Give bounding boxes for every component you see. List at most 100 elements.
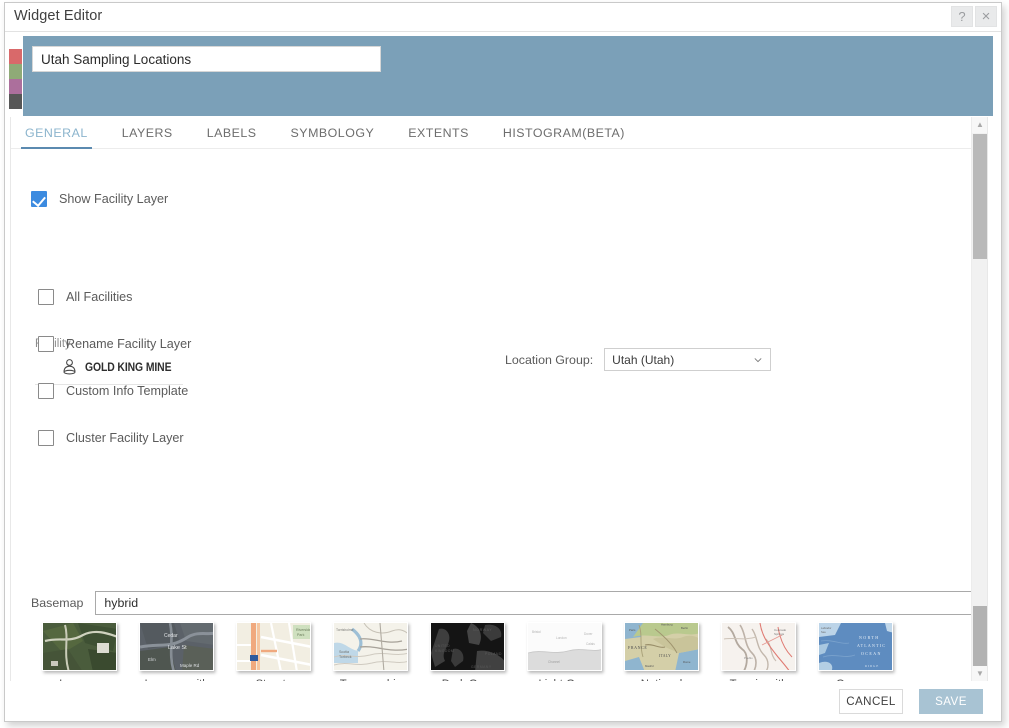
basemap-option-terrain-with-labels[interactable]: Colorado Springs Pueblo Terrain with Lab…: [710, 622, 807, 682]
basemap-thumbnail: FRANCE Hamburg Berlin Paris ITALY Madrid…: [624, 622, 699, 671]
rename-facility-layer-label: Rename Facility Layer: [66, 337, 192, 351]
rename-facility-layer-checkbox[interactable]: [38, 336, 54, 352]
show-facility-layer-label: Show Facility Layer: [59, 192, 169, 206]
basemap-label: Basemap: [31, 596, 84, 610]
facility-row[interactable]: GOLD KING MINE: [35, 358, 185, 375]
widget-title-input[interactable]: [32, 46, 381, 72]
tab-labels[interactable]: LABELS: [207, 117, 257, 148]
svg-text:Lake St: Lake St: [168, 645, 187, 651]
cluster-facility-layer-checkbox[interactable]: [38, 430, 54, 446]
color-swatch-strip: [9, 49, 22, 109]
custom-info-template-checkbox[interactable]: [38, 383, 54, 399]
svg-text:RIDGE: RIDGE: [865, 664, 879, 668]
svg-text:Springs: Springs: [774, 632, 785, 636]
tab-general[interactable]: GENERAL: [21, 117, 92, 149]
svg-text:Elm: Elm: [148, 657, 156, 662]
svg-text:Berlin: Berlin: [681, 626, 689, 630]
svg-text:Torbeck: Torbeck: [339, 655, 352, 659]
svg-text:OCEAN: OCEAN: [861, 651, 882, 656]
basemap-thumbnail: Bristol London Dover Calais Channel: [527, 622, 602, 671]
custom-info-template-row[interactable]: Custom Info Template: [38, 383, 188, 399]
tab-symbology[interactable]: SYMBOLOGY: [291, 117, 375, 148]
svg-text:ATLANTIC: ATLANTIC: [857, 643, 886, 648]
basemap-option-dark-gray-canvas[interactable]: NORWAY UNITED KINGDOM POLAND GERMANY Dar…: [419, 622, 516, 682]
basemap-option-topographic[interactable]: Torrisholme Scotia Torbeck Topographic: [322, 622, 419, 682]
basemap-input[interactable]: [95, 591, 987, 615]
streets-thumb-icon: Riverside Park: [237, 623, 311, 670]
svg-text:Labrador: Labrador: [821, 626, 832, 630]
imagery-thumb-icon: [43, 623, 116, 670]
svg-text:Paris: Paris: [629, 628, 636, 632]
svg-text:Calais: Calais: [586, 642, 595, 646]
basemap-thumbnail-grid: Imagery Cedar Lake St: [31, 622, 971, 682]
chevron-down-icon: [754, 358, 762, 363]
dialog-footer: CANCEL SAVE: [5, 681, 1001, 721]
vertical-scrollbar[interactable]: ▲ ▼: [971, 117, 987, 682]
tab-extents[interactable]: EXTENTS: [408, 117, 469, 148]
page-title: Widget Editor: [14, 8, 103, 24]
color-swatch[interactable]: [9, 94, 22, 109]
svg-text:Hamburg: Hamburg: [661, 623, 673, 627]
show-facility-layer-checkbox[interactable]: [31, 191, 47, 207]
cluster-facility-layer-row[interactable]: Cluster Facility Layer: [38, 430, 184, 446]
svg-text:Torrisholme: Torrisholme: [336, 628, 354, 632]
basemap-thumbnail: Colorado Springs Pueblo: [721, 622, 796, 671]
map-pin-person-icon: [63, 359, 76, 375]
help-icon[interactable]: ?: [951, 6, 973, 27]
save-button[interactable]: SAVE: [919, 689, 983, 714]
general-tab-panel: Show Facility Layer Facility GOLD KING M…: [11, 149, 987, 682]
svg-text:Rome: Rome: [683, 660, 691, 664]
location-group-label: Location Group:: [505, 352, 594, 367]
svg-text:Scotia: Scotia: [339, 650, 349, 654]
basemap-thumbnail: [42, 622, 117, 671]
color-swatch[interactable]: [9, 64, 22, 79]
cancel-button[interactable]: CANCEL: [839, 689, 903, 714]
basemap-thumbnail: NORWAY UNITED KINGDOM POLAND GERMANY: [430, 622, 505, 671]
location-group-field: Location Group: Utah (Utah): [505, 348, 772, 371]
dark-gray-canvas-thumb-icon: NORWAY UNITED KINGDOM POLAND GERMANY: [431, 623, 504, 670]
window-controls: ? ×: [951, 6, 997, 27]
widget-banner: [23, 36, 993, 116]
svg-text:Bristol: Bristol: [532, 630, 541, 634]
svg-text:Riverside: Riverside: [296, 628, 311, 632]
all-facilities-checkbox[interactable]: [38, 289, 54, 305]
rename-facility-layer-row[interactable]: Rename Facility Layer: [38, 336, 191, 352]
basemap-option-imagery-with-labels[interactable]: Cedar Lake St Elm Maple Rd Imagery with …: [128, 622, 225, 682]
basemap-field: Basemap: [31, 591, 987, 615]
color-swatch[interactable]: [9, 49, 22, 64]
svg-text:POLAND: POLAND: [485, 652, 502, 656]
tab-bar: GENERAL LAYERS LABELS SYMBOLOGY EXTENTS …: [11, 117, 987, 149]
svg-text:UNITED: UNITED: [435, 644, 450, 648]
basemap-option-national-geographic[interactable]: FRANCE Hamburg Berlin Paris ITALY Madrid…: [613, 622, 710, 682]
scrollbar-lower-region[interactable]: [973, 606, 987, 666]
show-facility-layer-row[interactable]: Show Facility Layer: [31, 191, 168, 207]
tab-layers[interactable]: LAYERS: [122, 117, 173, 148]
all-facilities-row[interactable]: All Facilities: [38, 289, 132, 305]
basemap-option-streets[interactable]: Riverside Park: [225, 622, 322, 682]
svg-text:ITALY: ITALY: [659, 654, 671, 658]
basemap-option-imagery[interactable]: Imagery: [31, 622, 128, 682]
light-gray-canvas-thumb-icon: Bristol London Dover Calais Channel: [528, 623, 601, 670]
facility-name: GOLD KING MINE: [85, 359, 172, 374]
widget-editor-window: Widget Editor ? × GENERAL LAYERS LABELS …: [4, 2, 1002, 722]
basemap-thumbnail: Riverside Park: [236, 622, 311, 671]
topographic-thumb-icon: Torrisholme Scotia Torbeck: [334, 623, 407, 670]
svg-text:NORTH: NORTH: [859, 635, 880, 640]
svg-text:Park: Park: [297, 633, 305, 637]
all-facilities-label: All Facilities: [66, 290, 133, 304]
color-swatch[interactable]: [9, 79, 22, 94]
basemap-option-light-gray-canvas[interactable]: Bristol London Dover Calais Channel Ligh…: [516, 622, 613, 682]
svg-text:Madrid: Madrid: [645, 664, 654, 668]
tab-histogram[interactable]: HISTOGRAM(BETA): [503, 117, 625, 148]
basemap-option-oceans[interactable]: NORTH ATLANTIC OCEAN RIDGE Labrador Sea …: [807, 622, 904, 682]
svg-text:KINGDOM: KINGDOM: [435, 649, 454, 653]
location-group-select[interactable]: Utah (Utah): [604, 348, 772, 371]
scrollbar-thumb[interactable]: [973, 134, 987, 259]
scroll-down-arrow-icon[interactable]: ▼: [972, 666, 987, 682]
svg-text:FRANCE: FRANCE: [628, 645, 647, 650]
svg-text:Cedar: Cedar: [164, 633, 178, 639]
close-icon[interactable]: ×: [975, 6, 997, 27]
scroll-up-arrow-icon[interactable]: ▲: [972, 117, 987, 133]
national-geographic-thumb-icon: FRANCE Hamburg Berlin Paris ITALY Madrid…: [625, 623, 698, 670]
basemap-thumbnail: NORTH ATLANTIC OCEAN RIDGE Labrador Sea: [818, 622, 893, 671]
